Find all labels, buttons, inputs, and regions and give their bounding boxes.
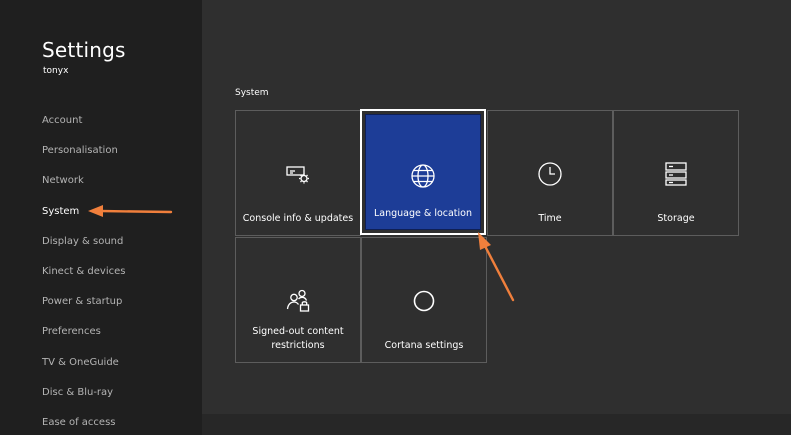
tile-label: Console info & updates — [242, 213, 354, 224]
storage-icon — [663, 161, 689, 187]
sidebar-item-disc-bluray[interactable]: Disc & Blu-ray — [42, 386, 125, 416]
clock-icon — [537, 161, 563, 187]
sidebar-item-power-startup[interactable]: Power & startup — [42, 295, 125, 325]
tile-label: Storage — [657, 213, 695, 224]
tile-language-location[interactable]: Language & location — [360, 109, 486, 235]
sidebar: Settings tonyx Account Personalisation N… — [0, 0, 202, 435]
tile-label: Cortana settings — [384, 340, 464, 351]
sidebar-nav: Account Personalisation Network System D… — [42, 114, 125, 435]
section-heading: System — [235, 88, 269, 98]
tile-focus-fill: Language & location — [365, 114, 481, 230]
sidebar-item-personalisation[interactable]: Personalisation — [42, 144, 125, 174]
tile-console-info[interactable]: Console info & updates — [235, 110, 361, 236]
tile-signed-out-restrictions[interactable]: Signed-out content restrictions — [235, 237, 361, 363]
sidebar-item-kinect-devices[interactable]: Kinect & devices — [42, 265, 125, 295]
tile-label: Time — [538, 213, 562, 224]
sidebar-item-preferences[interactable]: Preferences — [42, 325, 125, 355]
globe-icon — [410, 163, 436, 189]
tile-label: Signed-out content restrictions — [252, 326, 344, 351]
cortana-icon — [411, 288, 437, 314]
tile-time[interactable]: Time — [487, 110, 613, 236]
sidebar-item-tv-oneguide[interactable]: TV & OneGuide — [42, 356, 125, 386]
sidebar-item-network[interactable]: Network — [42, 174, 125, 204]
sidebar-item-display-sound[interactable]: Display & sound — [42, 235, 125, 265]
tile-label: Language & location — [373, 208, 473, 219]
user-name: tonyx — [43, 66, 69, 76]
sidebar-item-ease-of-access[interactable]: Ease of access — [42, 416, 125, 435]
bottom-band — [202, 414, 791, 435]
sidebar-item-system[interactable]: System — [42, 205, 125, 235]
tile-cortana-settings[interactable]: Cortana settings — [361, 237, 487, 363]
sidebar-item-account[interactable]: Account — [42, 114, 125, 144]
console-info-icon — [285, 161, 311, 187]
users-lock-icon — [285, 288, 311, 314]
settings-screen: Settings tonyx Account Personalisation N… — [0, 0, 791, 435]
tile-storage[interactable]: Storage — [613, 110, 739, 236]
page-title: Settings — [42, 38, 126, 62]
